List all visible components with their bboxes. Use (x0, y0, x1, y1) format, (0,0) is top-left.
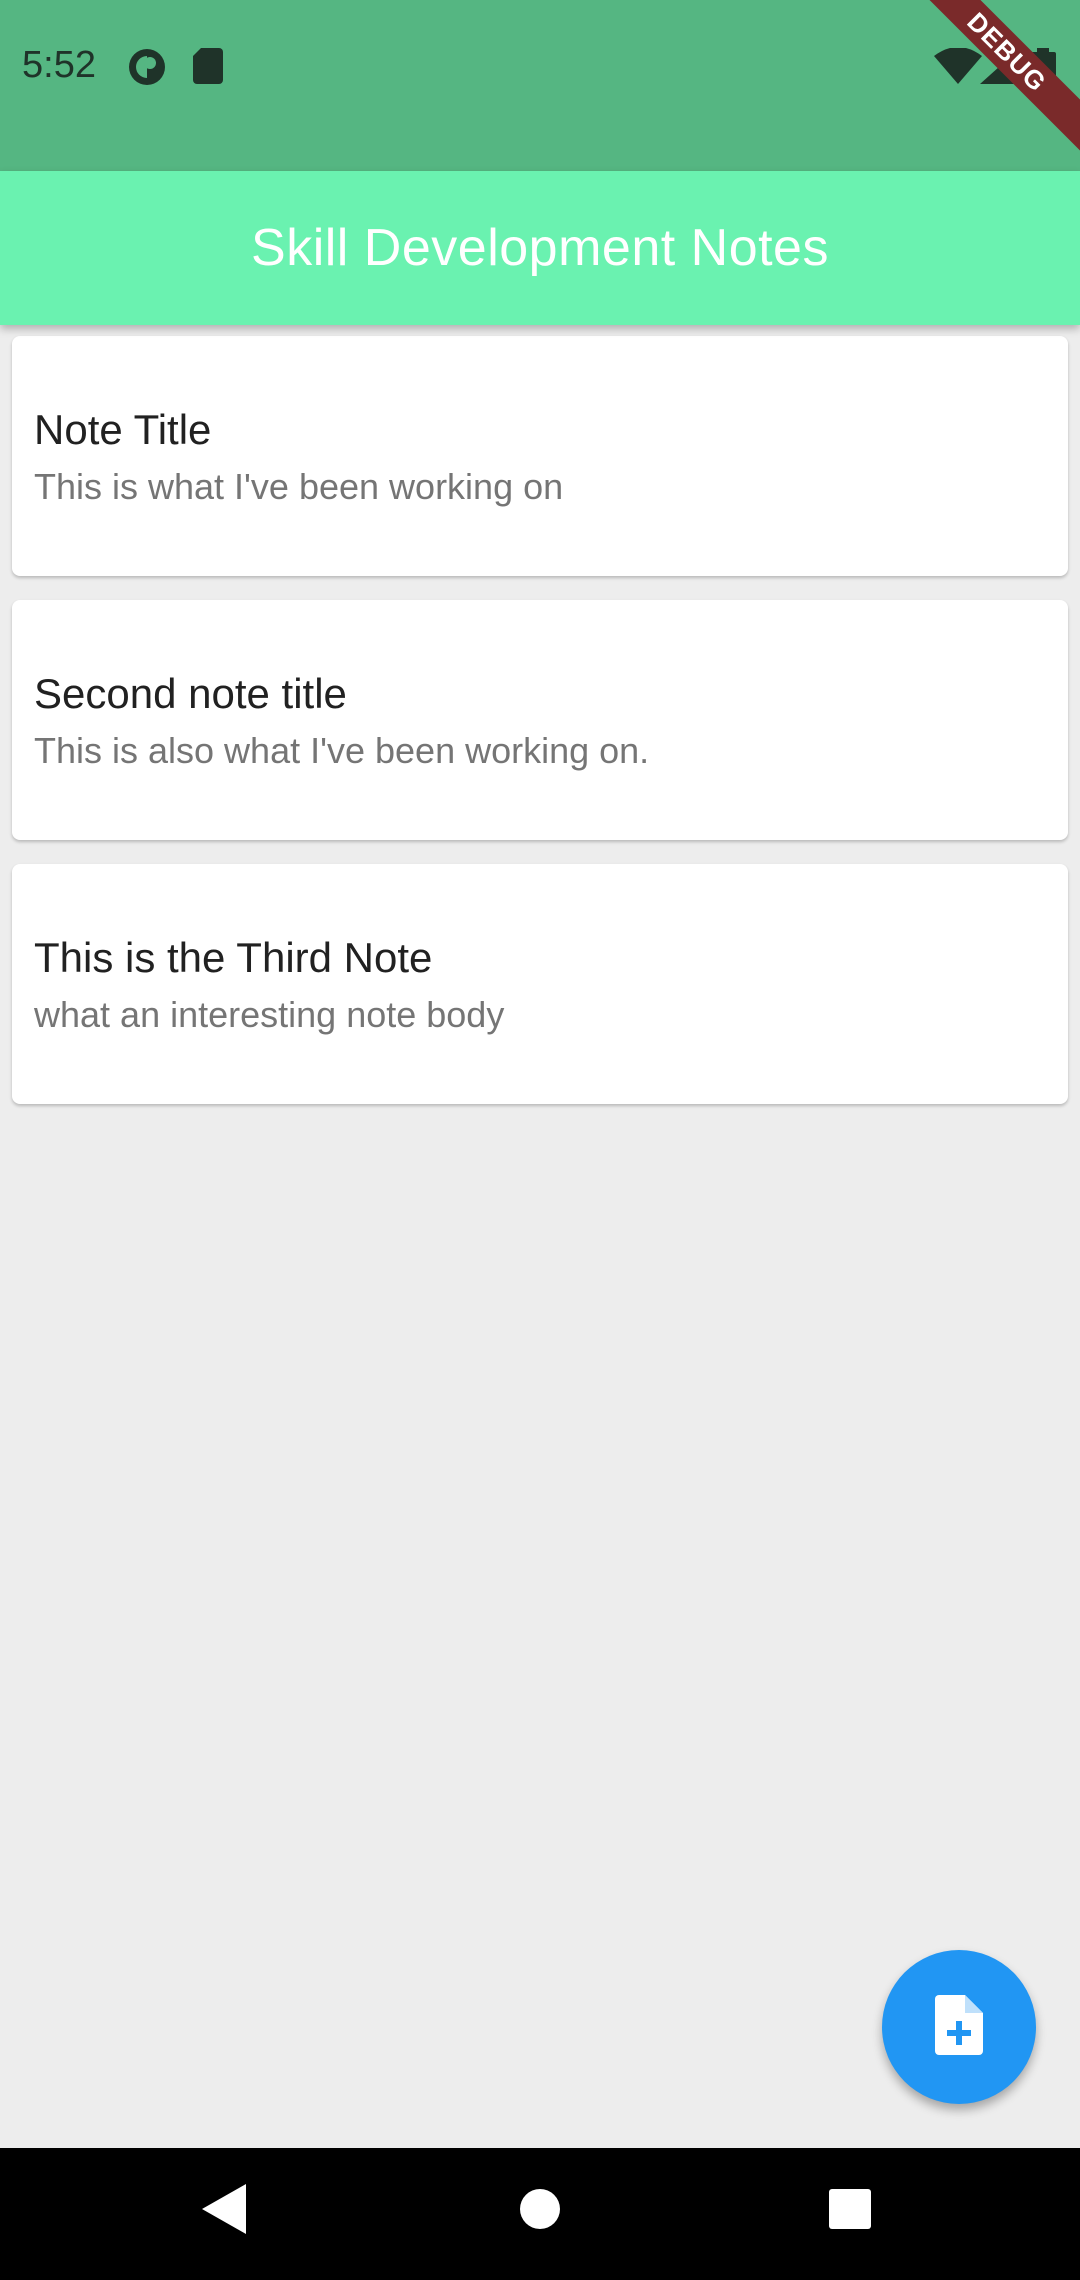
add-note-button[interactable] (882, 1950, 1036, 2104)
navigation-bar (0, 2148, 1080, 2280)
page-title: Skill Development Notes (251, 219, 829, 277)
recents-icon[interactable] (829, 2184, 871, 2239)
note-body: what an interesting note body (34, 994, 505, 1035)
status-time: 5:52 (22, 44, 96, 86)
app-bar: Skill Development Notes (0, 171, 1080, 325)
circle-app-icon (128, 48, 166, 91)
back-icon[interactable] (202, 2184, 246, 2239)
debug-label: DEBUG (920, 0, 1080, 154)
note-card[interactable]: Note Title This is what I've been workin… (12, 336, 1068, 576)
note-title: Note Title (34, 406, 212, 453)
status-bar: 5:52 (0, 0, 1080, 171)
home-icon[interactable] (519, 2184, 561, 2239)
note-body: This is what I've been working on (34, 466, 564, 507)
note-title: This is the Third Note (34, 934, 433, 981)
add-note-icon (935, 1994, 983, 2060)
note-title: Second note title (34, 670, 347, 717)
note-card[interactable]: Second note title This is also what I've… (12, 600, 1068, 840)
note-body: This is also what I've been working on. (34, 730, 650, 771)
note-card[interactable]: This is the Third Note what an interesti… (12, 864, 1068, 1104)
debug-banner: DEBUG (920, 0, 1080, 160)
sd-card-icon (193, 48, 223, 89)
